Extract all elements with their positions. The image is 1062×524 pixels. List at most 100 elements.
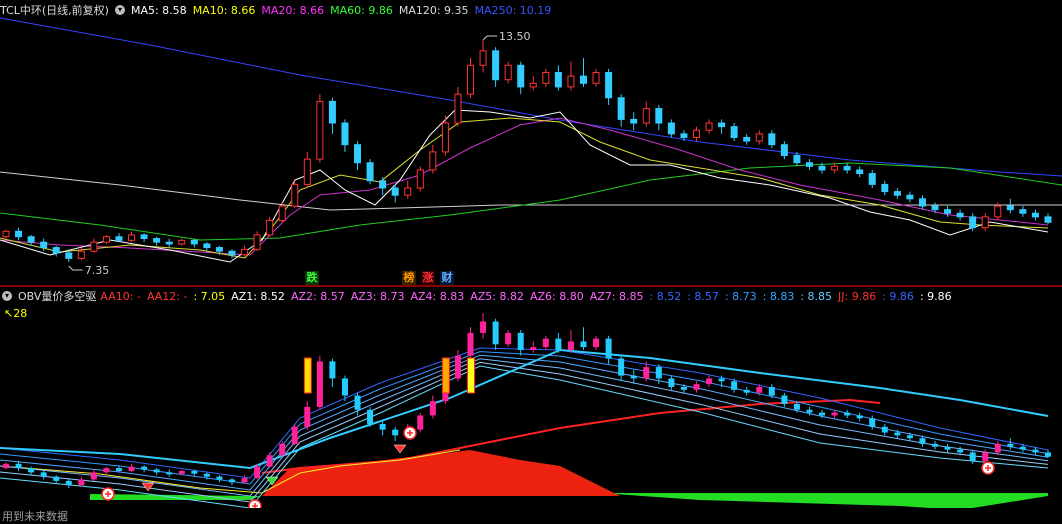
candle-body	[77, 250, 85, 259]
obv-candle-body	[844, 412, 851, 416]
obv-candle-body	[530, 347, 537, 350]
obv-candle-body	[216, 476, 223, 480]
candle-body	[215, 247, 223, 252]
candle-body	[567, 75, 575, 88]
obv-candle-body	[1045, 452, 1051, 457]
obv-candle-body	[567, 341, 574, 350]
candle-body	[40, 241, 48, 249]
candle-body	[605, 71, 613, 99]
obv-candle-body	[191, 470, 198, 474]
obv-candle-body	[668, 378, 675, 387]
candle-body	[102, 236, 110, 243]
candle-body	[379, 180, 387, 189]
ma-indicator-0: MA5: 8.58	[130, 3, 187, 17]
event-tag-die[interactable]: 跌	[305, 271, 319, 285]
candle-body	[755, 133, 763, 142]
obv-candle-body	[354, 395, 361, 410]
obv-indicator-16: : 9.86	[882, 289, 914, 303]
obv-candle-body	[706, 378, 713, 385]
ma-indicator-3: MA60: 9.86	[330, 3, 393, 17]
obv-candle-body	[593, 338, 600, 348]
candle-body	[692, 129, 700, 138]
candle-body	[831, 165, 839, 171]
candle-body	[316, 100, 324, 160]
chevron-down-icon[interactable]: ▾	[2, 291, 12, 301]
candle-body	[441, 122, 449, 153]
obv-candle-body	[618, 358, 625, 376]
obv-candle-body	[316, 361, 323, 407]
obv-candle-body	[228, 479, 235, 483]
candle-body	[278, 205, 286, 221]
candle-body	[391, 187, 399, 196]
obv-candle-body	[718, 378, 725, 382]
obv-indicator-7: AZ5: 8.82	[470, 289, 524, 303]
obv-candle-body	[128, 466, 135, 471]
candle-body	[856, 169, 864, 175]
obv-candle-body	[304, 406, 311, 427]
candle-body	[931, 205, 939, 211]
event-tag-cai[interactable]: 财	[440, 271, 454, 285]
obv-candle-body	[141, 466, 148, 470]
obv-candle-body	[944, 446, 951, 450]
candle-body	[667, 122, 675, 135]
obv-candle-body	[379, 423, 386, 430]
candle-body	[128, 234, 136, 241]
sub-indicator-title[interactable]: OBV量价多空驱	[18, 288, 96, 304]
obv-indicator-12: : 8.73	[724, 289, 757, 303]
obv-indicator-13: : 8.83	[762, 289, 795, 303]
candle-body	[680, 133, 688, 138]
panel-divider[interactable]	[0, 285, 1062, 287]
obv-candle-body	[517, 332, 524, 350]
price-chart[interactable]: 13.50 7.35	[0, 0, 1062, 285]
candle-body	[504, 64, 512, 81]
obv-candle-body	[341, 378, 348, 396]
candle-body	[454, 93, 462, 124]
event-tag-zhang[interactable]: 涨	[421, 271, 435, 285]
event-tag-bang[interactable]: 榜	[402, 271, 416, 285]
candle-body	[655, 108, 663, 124]
candle-body	[918, 198, 926, 207]
obv-candle-body	[480, 321, 487, 333]
obv-candle-body	[781, 395, 788, 405]
candle-body	[868, 173, 876, 185]
candle-body	[328, 100, 336, 124]
obv-indicator-chart[interactable]: ↖28	[0, 288, 1062, 508]
obv-candle-body	[680, 386, 687, 390]
candle-body	[52, 247, 60, 254]
obv-candle-body	[15, 463, 22, 469]
candle-body	[140, 234, 148, 240]
obv-candle-body	[429, 401, 436, 416]
obv-candle-body	[254, 466, 261, 479]
obv-highlight-bar	[467, 357, 476, 394]
obv-candle-body	[291, 426, 298, 444]
obv-indicator-4: AZ2: 8.57	[290, 289, 345, 303]
candle-body	[203, 243, 211, 249]
obv-indicator-9: AZ7: 8.85	[589, 289, 644, 303]
obv-candle-body	[982, 452, 989, 461]
ticker-title[interactable]: TCL中环(日线,前复权)	[0, 2, 109, 18]
candle-body	[1006, 205, 1014, 211]
candle-body	[981, 216, 989, 229]
obv-highlight-bar	[441, 357, 450, 394]
obv-indicator-2: : 7.05	[193, 289, 226, 303]
candle-body	[467, 64, 475, 95]
obv-highlight-bar	[303, 357, 312, 394]
obv-candle-body	[53, 476, 60, 481]
ma20-line	[0, 117, 1049, 256]
obv-indicator-6: AZ4: 8.83	[410, 289, 465, 303]
ma60-line	[0, 162, 1062, 241]
chevron-down-icon[interactable]: ▾	[114, 5, 125, 15]
candle-body	[893, 191, 901, 196]
obv-candle-body	[203, 473, 210, 477]
ma10-line	[0, 117, 1049, 259]
obv-indicator-14: : 8.85	[800, 289, 833, 303]
candle-body	[253, 234, 261, 250]
candle-body	[15, 230, 23, 238]
candle-body	[1019, 209, 1027, 214]
candle-body	[153, 238, 161, 243]
obv-indicator-0: AA10: -	[100, 289, 141, 303]
jj-line	[261, 398, 881, 474]
candle-body	[630, 118, 638, 124]
sub-indicator-bar: ▾ OBV量价多空驱 AA10: - AA12: -: 7.05 AZ1: 8.52…	[0, 288, 958, 304]
obv-candle-body	[166, 472, 173, 475]
